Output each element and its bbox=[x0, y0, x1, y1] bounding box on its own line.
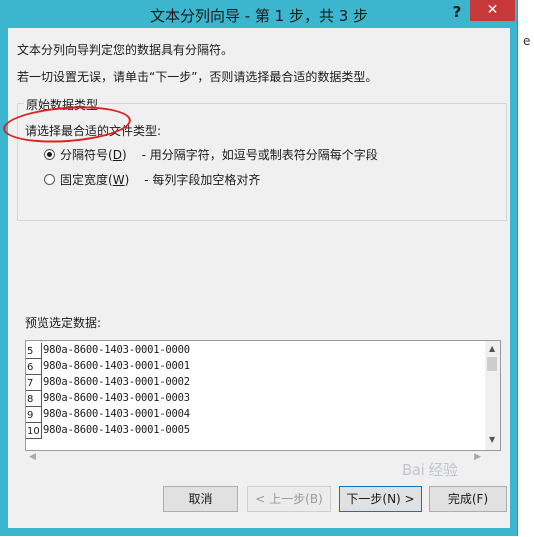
title-bar[interactable]: 文本分列向导 - 第 1 步，共 3 步 ? ✕ bbox=[0, 0, 518, 28]
help-button[interactable]: ? bbox=[447, 2, 467, 22]
background-window-edge: e bbox=[519, 0, 534, 537]
close-button[interactable]: ✕ bbox=[470, 0, 515, 21]
preview-pane[interactable]: 5 980a-8600-1403-0001-0000 6 980a-8600-1… bbox=[25, 340, 501, 451]
preview-horizontal-scrollbar[interactable]: ◀ ▶ bbox=[25, 451, 501, 466]
scroll-up-icon[interactable]: ▲ bbox=[489, 344, 495, 353]
intro-text-1: 文本分列向导判定您的数据具有分隔符。 bbox=[17, 43, 234, 57]
preview-row: 6 980a-8600-1403-0001-0001 bbox=[26, 359, 486, 375]
intro-text-2: 若一切设置无误，请单击“下一步”，否则请选择最合适的数据类型。 bbox=[17, 70, 378, 84]
preview-vertical-scrollbar[interactable]: ▲ ▼ bbox=[485, 341, 500, 450]
preview-row-value: 980a-8600-1403-0001-0002 bbox=[43, 376, 190, 388]
scroll-left-icon[interactable]: ◀ bbox=[29, 452, 36, 462]
next-button[interactable]: 下一步(N) > bbox=[339, 486, 422, 512]
preview-row-value: 980a-8600-1403-0001-0000 bbox=[43, 344, 190, 356]
preview-row-value: 980a-8600-1403-0001-0001 bbox=[43, 360, 190, 372]
preview-row: 9 980a-8600-1403-0001-0004 bbox=[26, 407, 486, 423]
preview-row-number: 7 bbox=[26, 375, 42, 391]
cancel-button[interactable]: 取消 bbox=[163, 486, 238, 512]
finish-button[interactable]: 完成(F) bbox=[429, 486, 507, 512]
preview-row-value: 980a-8600-1403-0001-0003 bbox=[43, 392, 190, 404]
preview-label: 预览选定数据: bbox=[25, 316, 102, 330]
option-delimited[interactable]: 分隔符号(D) - 用分隔字符，如逗号或制表符分隔每个字段 bbox=[44, 146, 378, 163]
option-fixed-width-description: - 每列字段加空格对齐 bbox=[144, 173, 261, 187]
preview-row-number: 5 bbox=[26, 343, 42, 359]
back-button[interactable]: < 上一步(B) bbox=[247, 486, 331, 512]
preview-row-number: 6 bbox=[26, 359, 42, 375]
background-text-fragment: e bbox=[523, 34, 531, 48]
option-delimited-description: - 用分隔字符，如逗号或制表符分隔每个字段 bbox=[141, 148, 378, 162]
scroll-down-icon[interactable]: ▼ bbox=[489, 435, 495, 444]
scroll-thumb[interactable] bbox=[487, 357, 497, 371]
preview-row: 7 980a-8600-1403-0001-0002 bbox=[26, 375, 486, 391]
option-delimited-label: 分隔符号(D) bbox=[60, 148, 127, 162]
text-import-wizard-dialog: 文本分列向导 - 第 1 步，共 3 步 ? ✕ 文本分列向导判定您的数据具有分… bbox=[0, 0, 518, 536]
option-fixed-width-label: 固定宽度(W) bbox=[60, 173, 130, 187]
preview-row-value: 980a-8600-1403-0001-0004 bbox=[43, 408, 190, 420]
preview-row: 8 980a-8600-1403-0001-0003 bbox=[26, 391, 486, 407]
option-fixed-width[interactable]: 固定宽度(W) - 每列字段加空格对齐 bbox=[44, 171, 260, 188]
dialog-title: 文本分列向导 - 第 1 步，共 3 步 bbox=[149, 7, 369, 25]
radio-delimited[interactable] bbox=[44, 149, 55, 160]
preview-row-number: 10 bbox=[26, 423, 42, 439]
radio-fixed-width[interactable] bbox=[44, 174, 55, 185]
preview-row: 10 980a-8600-1403-0001-0005 bbox=[26, 423, 486, 439]
preview-row-number: 8 bbox=[26, 391, 42, 407]
preview-row-value: 980a-8600-1403-0001-0005 bbox=[43, 424, 190, 436]
preview-row: 5 980a-8600-1403-0001-0000 bbox=[26, 343, 486, 359]
preview-row-number: 9 bbox=[26, 407, 42, 423]
scroll-right-icon[interactable]: ▶ bbox=[474, 452, 481, 462]
dialog-body: 文本分列向导判定您的数据具有分隔符。 若一切设置无误，请单击“下一步”，否则请选… bbox=[8, 28, 510, 528]
